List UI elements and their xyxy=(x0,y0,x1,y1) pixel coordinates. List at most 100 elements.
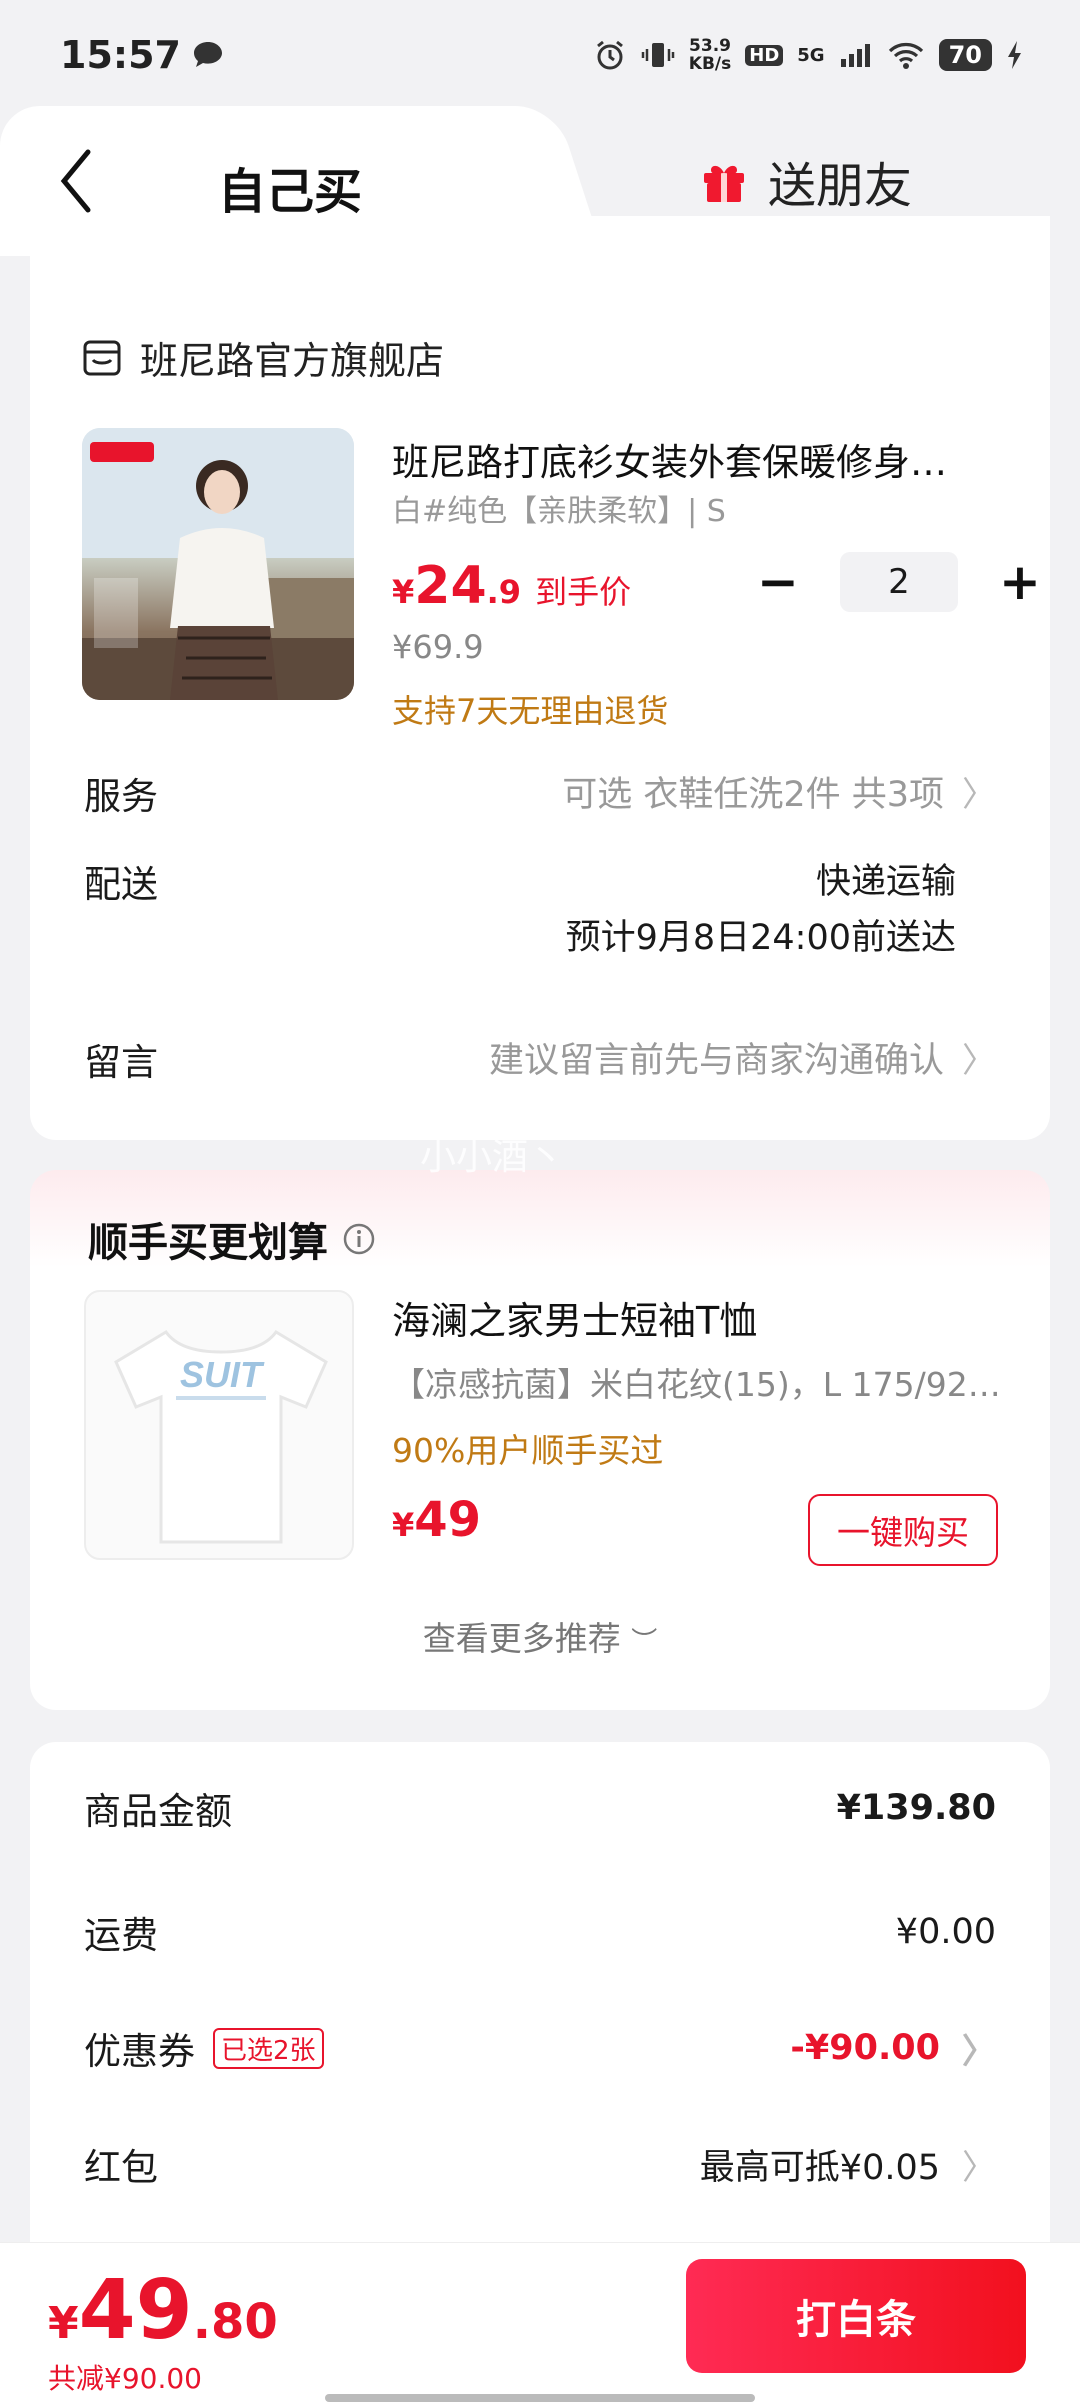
net-speed-unit: KB/s xyxy=(688,54,732,74)
tshirt-print: SUIT xyxy=(180,1354,265,1395)
message-row[interactable]: 留言 建议留言前先与商家沟通确认 〉 xyxy=(84,1032,996,1086)
total-symbol: ¥ xyxy=(48,2298,79,2349)
vibrate-icon xyxy=(641,43,675,67)
product-price: ¥ 24 .9 到手价 xyxy=(392,556,631,616)
return-policy-note: 支持7天无理由退货 xyxy=(392,692,669,730)
battery-level: 70 xyxy=(938,39,992,71)
message-placeholder[interactable]: 建议留言前先与商家沟通确认 xyxy=(489,1032,944,1083)
delivery-row[interactable]: 配送 快递运输 预计9月8日24:00前送达 xyxy=(84,854,996,966)
chevron-down-icon: ︶ xyxy=(631,1627,658,1657)
coupon-row[interactable]: 优惠券 已选2张 -¥90.00 〉 xyxy=(84,2008,996,2088)
more-label: 查看更多推荐 xyxy=(422,1619,621,1658)
delivery-eta: 预计9月8日24:00前送达 xyxy=(565,918,956,958)
gift-icon xyxy=(704,165,744,202)
signal-icon xyxy=(840,44,870,67)
coupon-label: 优惠券 xyxy=(84,2030,195,2073)
recommend-price-value: 49 xyxy=(414,1492,482,1548)
quantity-stepper: − 2 + xyxy=(742,552,1056,612)
one-click-buy-button[interactable]: 一键购买 xyxy=(808,1494,998,1566)
chevron-right-icon: 〉 xyxy=(962,775,996,815)
recommend-price-symbol: ¥ xyxy=(392,1506,415,1544)
service-value: 可选 衣鞋任洗2件 共3项 xyxy=(562,775,944,815)
recommend-title: 顺手买更划算 xyxy=(88,1220,328,1266)
delivery-method: 快递运输 xyxy=(815,862,956,902)
watermark: 小小酒丶 xyxy=(420,1137,565,1178)
decrease-button[interactable]: − xyxy=(742,552,814,612)
checkout-bar: ¥ 49 .80 共减¥90.00 打白条 xyxy=(0,2242,1080,2408)
delivery-info: 快递运输 预计9月8日24:00前送达 xyxy=(566,854,996,966)
status-icons: 53.9 KB/s HD 5G 70 xyxy=(593,37,1024,73)
coupon-selected-badge: 已选2张 xyxy=(213,2027,324,2069)
product-photo xyxy=(82,428,354,700)
signal-label: 5G xyxy=(797,44,825,66)
net-speed: 53.9 KB/s xyxy=(689,37,731,73)
product-title[interactable]: 班尼路打底衫女装外套保暖修身… xyxy=(392,432,1012,486)
redpacket-value: 最高可抵¥0.05 xyxy=(699,2147,940,2188)
recommend-price: ¥ 49 xyxy=(392,1492,481,1548)
coupon-label-wrap: 优惠券 已选2张 xyxy=(84,2021,324,2075)
tab-self-buy[interactable]: 自己买 xyxy=(218,152,362,222)
recommend-card: 顺手买更划算 SUIT 海澜之家男士短袖T恤 【凉感抗菌】米白花纹(15)，L … xyxy=(30,1170,1050,1710)
service-value-wrap: 可选 衣鞋任洗2件 共3项 〉 xyxy=(562,766,996,817)
order-card: 班尼路官方旗舰店 班尼路打底衫女装外套保暖修身… 白#纯色【亲肤柔软】| S ¥… xyxy=(30,216,1050,1140)
total-decimal: .80 xyxy=(192,2294,278,2350)
goods-label: 商品金额 xyxy=(84,1790,232,1833)
coupon-value-wrap: -¥90.00 〉 xyxy=(790,2024,996,2073)
shipping-row: 运费 ¥0.00 xyxy=(84,1892,996,1972)
chevron-right-icon: 〉 xyxy=(962,2147,996,2188)
service-label: 服务 xyxy=(84,775,158,818)
total-price: ¥ 49 .80 xyxy=(48,2263,278,2358)
alarm-icon xyxy=(596,40,623,70)
charging-icon xyxy=(1008,41,1021,69)
pay-button[interactable]: 打白条 xyxy=(686,2259,1026,2373)
redpacket-value-wrap: 最高可抵¥0.05 〉 xyxy=(700,2139,996,2190)
goods-value: ¥139.80 xyxy=(836,1788,996,1828)
status-bar: 15:57 53.9 KB/s HD 5G 70 xyxy=(0,0,1080,110)
store-icon xyxy=(83,340,121,375)
recommend-header: 顺手买更划算 xyxy=(88,1210,376,1268)
product-image[interactable] xyxy=(82,428,354,700)
store-row[interactable]: 班尼路官方旗舰店 xyxy=(82,330,444,385)
tab-gift-label: 送朋友 xyxy=(768,158,913,214)
recommend-image[interactable]: SUIT xyxy=(84,1290,354,1560)
quantity-value[interactable]: 2 xyxy=(840,552,958,612)
more-recommendations[interactable]: 查看更多推荐 ︶ xyxy=(30,1612,1050,1660)
recommend-name[interactable]: 海澜之家男士短袖T恤 xyxy=(392,1290,757,1345)
price-symbol: ¥ xyxy=(392,573,415,611)
shipping-value: ¥0.00 xyxy=(895,1912,996,1952)
recommend-spec[interactable]: 【凉感抗菌】米白花纹(15)，L 175/92… xyxy=(392,1358,1032,1406)
chevron-right-icon: 〉 xyxy=(962,1041,996,1081)
total-integer: 49 xyxy=(78,2263,193,2358)
price-tag: 到手价 xyxy=(535,573,632,611)
original-price: ¥69.9 xyxy=(392,628,484,666)
clock-text: 15:57 xyxy=(60,33,181,77)
tshirt-photo: SUIT xyxy=(114,1330,328,1544)
shipping-label: 运费 xyxy=(84,1914,158,1957)
wifi-icon xyxy=(888,43,923,69)
info-icon[interactable] xyxy=(342,1222,376,1256)
back-button[interactable] xyxy=(56,146,106,216)
red-packet-row[interactable]: 红包 最高可抵¥0.05 〉 xyxy=(84,2124,996,2204)
price-integer: 24 xyxy=(414,556,487,616)
coupon-value: -¥90.00 xyxy=(790,2028,940,2068)
message-label: 留言 xyxy=(84,1041,158,1084)
message-input-wrap: 建议留言前先与商家沟通确认 〉 xyxy=(489,1032,996,1083)
price-decimal: .9 xyxy=(486,573,522,611)
hd-badge: HD xyxy=(745,44,784,66)
recommend-popularity: 90%用户顺手买过 xyxy=(392,1431,664,1470)
message-icon xyxy=(193,42,222,67)
increase-button[interactable]: + xyxy=(984,552,1056,612)
redpacket-label: 红包 xyxy=(84,2146,158,2189)
total-saved[interactable]: 共减¥90.00 xyxy=(48,2357,202,2397)
tab-gift-friend[interactable]: 送朋友 xyxy=(700,146,912,216)
home-indicator[interactable] xyxy=(325,2394,755,2402)
net-speed-value: 53.9 xyxy=(689,36,731,56)
goods-amount-row: 商品金额 ¥139.80 xyxy=(84,1768,996,1848)
store-name: 班尼路官方旗舰店 xyxy=(140,339,445,383)
chevron-left-icon xyxy=(60,149,91,213)
product-spec[interactable]: 白#纯色【亲肤柔软】| S xyxy=(392,486,726,530)
service-row[interactable]: 服务 可选 衣鞋任洗2件 共3项 〉 xyxy=(84,766,996,820)
chevron-right-icon: 〉 xyxy=(962,2031,996,2072)
status-time: 15:57 xyxy=(60,33,225,77)
delivery-label: 配送 xyxy=(84,863,158,906)
